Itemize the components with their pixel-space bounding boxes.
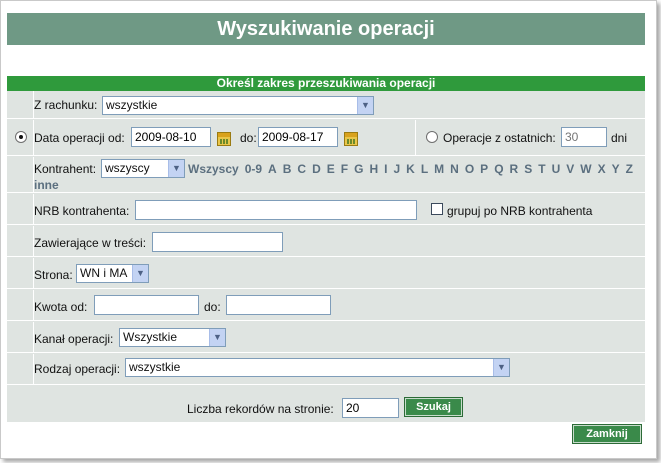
date-from-label: Data operacji od:: [34, 131, 125, 145]
side-label: Strona:: [34, 268, 73, 282]
letter-link[interactable]: Q: [494, 162, 503, 176]
dialog-frame: Wyszukiwanie operacji Określ zakres prze…: [0, 0, 657, 459]
letter-link[interactable]: F: [341, 162, 348, 176]
letter-link[interactable]: O: [465, 162, 474, 176]
contractor-row: Kontrahent: wszyscy ▼ Wszyscy 0-9 A B C D E F G H…: [7, 157, 645, 193]
chevron-down-icon: ▼: [209, 329, 225, 346]
letter-link[interactable]: A: [268, 162, 277, 176]
date-range-radio[interactable]: [15, 131, 27, 143]
account-select[interactable]: wszystkie ▼: [102, 96, 374, 115]
letter-link[interactable]: C: [297, 162, 306, 176]
letter-filter: Wszyscy 0-9 A B C D E F G H I J K L M N O P Q R S T U V W X Y Z: [188, 162, 639, 176]
channel-row: Kanał operacji: Wszystkie ▼: [7, 322, 645, 353]
calendar-icon[interactable]: [217, 132, 231, 146]
contractor-label: Kontrahent:: [34, 162, 97, 176]
chevron-down-icon: ▼: [132, 265, 148, 282]
letter-link[interactable]: B: [283, 162, 292, 176]
contractor-value: wszyscy: [105, 161, 150, 175]
chevron-down-icon: ▼: [493, 359, 509, 376]
letter-link[interactable]: 0-9: [245, 162, 262, 176]
account-row: Z rachunku: wszystkie ▼: [7, 91, 645, 119]
channel-select[interactable]: Wszystkie ▼: [119, 328, 226, 347]
content-label: Zawierające w treści:: [34, 236, 147, 250]
group-nrb-checkbox[interactable]: [431, 203, 443, 215]
amount-from-label: Kwota od:: [34, 300, 88, 314]
letter-link[interactable]: L: [421, 162, 428, 176]
channel-value: Wszystkie: [123, 330, 177, 344]
letter-link-other[interactable]: inne: [34, 178, 59, 192]
letter-link[interactable]: Y: [612, 162, 620, 176]
account-value: wszystkie: [106, 98, 158, 112]
letter-link[interactable]: W: [580, 162, 591, 176]
letter-link[interactable]: H: [369, 162, 378, 176]
date-to-label: do:: [240, 131, 257, 145]
op-type-label: Rodzaj operacji:: [34, 362, 121, 376]
nrb-label: NRB kontrahenta:: [34, 204, 130, 218]
chevron-down-icon: ▼: [168, 160, 184, 177]
close-button[interactable]: Zamknij: [573, 425, 641, 443]
group-nrb-label: grupuj po NRB kontrahenta: [447, 204, 593, 218]
letter-link[interactable]: K: [406, 162, 415, 176]
records-per-page-input[interactable]: [342, 398, 399, 418]
recent-days-input[interactable]: [561, 127, 607, 147]
records-row: Liczba rekordów na stronie: Szukaj: [7, 386, 645, 422]
search-button[interactable]: Szukaj: [405, 398, 462, 416]
content-input[interactable]: [152, 232, 283, 252]
date-to-input[interactable]: [258, 127, 338, 147]
letter-link[interactable]: Wszyscy: [188, 162, 239, 176]
letter-link[interactable]: I: [384, 162, 387, 176]
section-header: Określ zakres przeszukiwania operacji: [7, 76, 645, 91]
letter-link[interactable]: G: [354, 162, 363, 176]
chevron-down-icon: ▼: [357, 97, 373, 114]
calendar-icon[interactable]: [344, 132, 358, 146]
amount-to-input[interactable]: [226, 295, 331, 315]
account-label: Z rachunku:: [34, 98, 98, 112]
date-from-input[interactable]: [131, 127, 211, 147]
channel-label: Kanał operacji:: [34, 332, 114, 346]
letter-link[interactable]: P: [480, 162, 488, 176]
amount-from-input[interactable]: [94, 295, 199, 315]
nrb-input[interactable]: [135, 200, 417, 220]
letter-link[interactable]: V: [566, 162, 574, 176]
letter-link[interactable]: N: [450, 162, 459, 176]
amount-row: Kwota od: do:: [7, 290, 645, 321]
contractor-select[interactable]: wszyscy ▼: [101, 159, 185, 178]
content-row: Zawierające w treści:: [7, 226, 645, 257]
letter-link[interactable]: T: [538, 162, 545, 176]
letter-link[interactable]: Z: [626, 162, 633, 176]
search-panel: Określ zakres przeszukiwania operacji Z …: [7, 76, 645, 422]
side-select[interactable]: WN i MA ▼: [76, 264, 149, 283]
nrb-row: NRB kontrahenta: grupuj po NRB kontrahen…: [7, 194, 645, 225]
letter-link[interactable]: D: [312, 162, 321, 176]
op-type-select[interactable]: wszystkie ▼: [125, 358, 510, 377]
op-type-value: wszystkie: [129, 360, 181, 374]
records-label: Liczba rekordów na stronie:: [187, 402, 334, 416]
letter-link[interactable]: U: [552, 162, 561, 176]
op-type-row: Rodzaj operacji: wszystkie ▼: [7, 354, 645, 385]
recent-unit-label: dni: [611, 131, 628, 145]
letter-link[interactable]: S: [524, 162, 532, 176]
recent-radio[interactable]: [426, 131, 438, 143]
letter-link[interactable]: J: [393, 162, 400, 176]
letter-link[interactable]: E: [327, 162, 335, 176]
date-row: Data operacji od: do: Operacje z ostatni…: [7, 120, 645, 156]
letter-link[interactable]: R: [510, 162, 519, 176]
recent-cell: Operacje z ostatnich: dni: [415, 120, 645, 155]
side-row: Strona: WN i MA ▼: [7, 258, 645, 289]
amount-to-label: do:: [204, 300, 221, 314]
recent-label: Operacje z ostatnich:: [443, 131, 556, 145]
side-value: WN i MA: [80, 266, 128, 280]
letter-link[interactable]: M: [434, 162, 444, 176]
page-title: Wyszukiwanie operacji: [7, 13, 645, 45]
letter-link[interactable]: X: [598, 162, 606, 176]
